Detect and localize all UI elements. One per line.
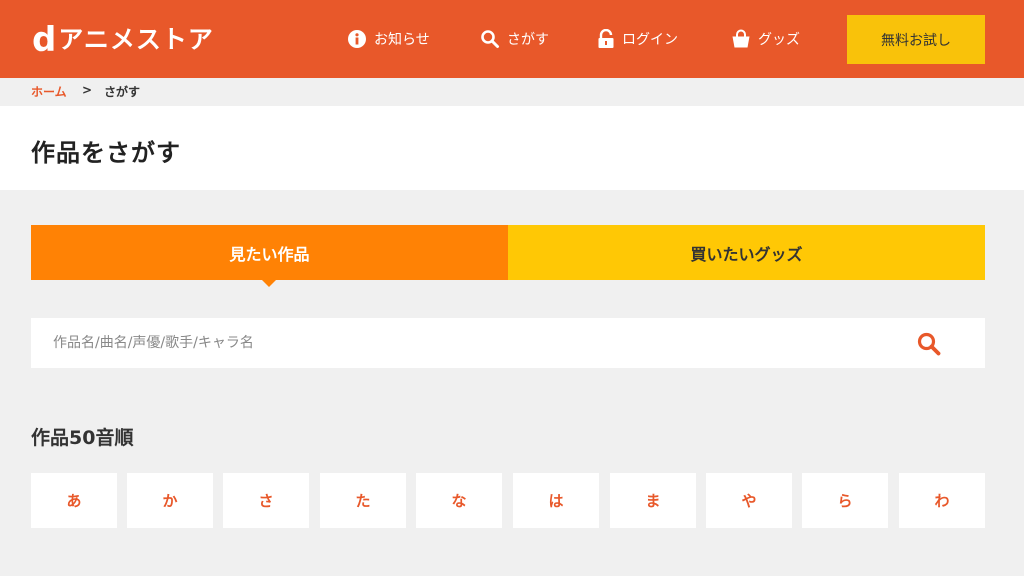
kana-button-ta[interactable]: た [320, 473, 406, 528]
nav-search[interactable]: さがす [480, 27, 549, 51]
breadcrumb-separator: > [82, 83, 93, 97]
lock-icon [598, 29, 614, 48]
site-header: d アニメストア お知らせ さがす ログイン グッズ 無料お試し [0, 0, 1024, 78]
page-title-band: 作品をさがす [0, 106, 1024, 190]
kana-button-ra[interactable]: ら [802, 473, 888, 528]
kana-index: あ か さ た な は ま や ら わ [31, 473, 985, 528]
tab-buy[interactable]: 買いたいグッズ [508, 225, 985, 280]
kana-button-ha[interactable]: は [513, 473, 599, 528]
kana-button-a[interactable]: あ [31, 473, 117, 528]
nav-login-label: ログイン [622, 32, 678, 48]
breadcrumb-home[interactable]: ホーム [31, 83, 67, 100]
site-logo[interactable]: d アニメストア [32, 22, 214, 58]
nav-goods-label: グッズ [758, 32, 800, 48]
tab-watch[interactable]: 見たい作品 [31, 225, 508, 280]
kana-index-title: 作品50音順 [31, 427, 134, 449]
nav-news-label: お知らせ [374, 32, 430, 48]
page-title: 作品をさがす [31, 139, 181, 167]
info-icon [348, 30, 366, 48]
kana-button-ma[interactable]: ま [610, 473, 696, 528]
nav-search-label: さがす [507, 32, 549, 48]
free-trial-button[interactable]: 無料お試し [847, 15, 985, 64]
kana-button-ya[interactable]: や [706, 473, 792, 528]
logo-d-mark: d [32, 20, 57, 60]
kana-button-wa[interactable]: わ [899, 473, 985, 528]
search-button[interactable] [914, 330, 944, 358]
nav-goods[interactable]: グッズ [731, 27, 800, 51]
search-box [31, 318, 985, 368]
kana-button-na[interactable]: な [416, 473, 502, 528]
logo-text: アニメストア [58, 25, 214, 54]
kana-button-ka[interactable]: か [127, 473, 213, 528]
active-tab-indicator [262, 280, 276, 287]
breadcrumb-current: さがす [104, 85, 141, 99]
shopping-bag-icon [732, 29, 750, 48]
kana-button-sa[interactable]: さ [223, 473, 309, 528]
search-icon [481, 30, 499, 48]
breadcrumb: ホーム > さがす [0, 78, 1024, 106]
nav-login[interactable]: ログイン [597, 27, 678, 51]
search-input[interactable] [31, 318, 901, 368]
nav-news[interactable]: お知らせ [347, 27, 430, 51]
search-icon [917, 332, 941, 356]
